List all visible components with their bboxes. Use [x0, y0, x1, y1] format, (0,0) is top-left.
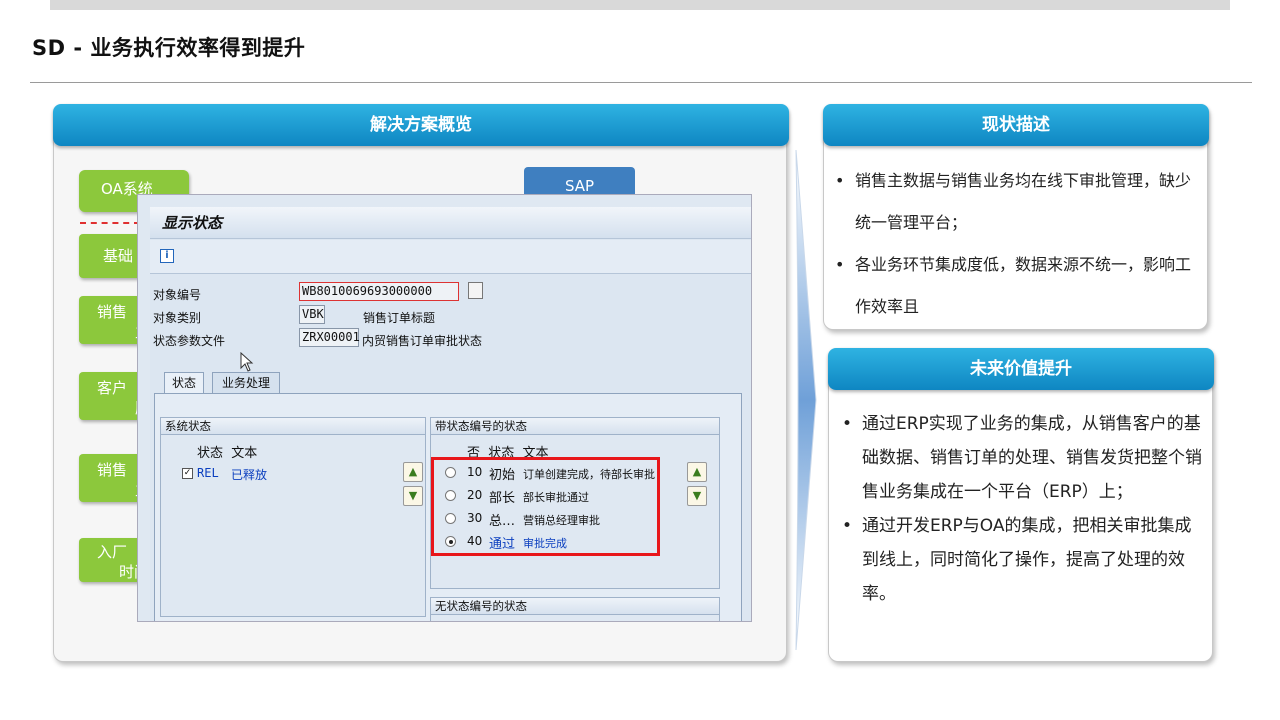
sap-window: 显示状态 i 对象编号 WB8010069693000000 对象类别 VBK …	[150, 207, 751, 621]
system-status-code: REL	[197, 466, 219, 480]
future-value-item: 通过ERP实现了业务的集成，从销售客户的基础数据、销售订单的处理、销售发货把整个…	[836, 407, 1206, 509]
arrow-right-icon	[795, 150, 817, 651]
slide-title: SD - 业务执行效率得到提升	[32, 36, 306, 60]
highlight-box	[431, 457, 660, 556]
mouse-cursor-icon	[240, 352, 254, 372]
status-profile-field[interactable]: ZRX00001	[299, 328, 360, 347]
top-decoration-bar	[50, 0, 1230, 10]
tab-business-process[interactable]: 业务处理	[212, 372, 280, 394]
sap-system-label: SAP	[564, 177, 595, 195]
current-state-header: 现状描述	[823, 104, 1209, 146]
numbered-status-title: 带状态编号的状态	[431, 418, 719, 435]
system-status-headers: 状态 文本	[197, 446, 258, 461]
future-value-list: 通过ERP实现了业务的集成，从销售客户的基础数据、销售订单的处理、销售发货把整个…	[836, 407, 1206, 611]
page-up-icon-2[interactable]: ▲	[687, 462, 707, 482]
sap-toolbar: i	[150, 240, 751, 274]
tab-status[interactable]: 状态	[164, 372, 204, 394]
info-icon[interactable]: i	[160, 249, 174, 263]
unnumbered-status-group: 无状态编号的状态	[430, 597, 720, 621]
dashed-separator	[80, 222, 140, 224]
future-value-item: 通过开发ERP与OA的集成，把相关审批集成到线上，同时简化了操作，提高了处理的效…	[836, 509, 1206, 611]
object-number-field[interactable]: WB8010069693000000	[299, 282, 459, 301]
object-type-field[interactable]: VBK	[299, 305, 325, 324]
system-status-title: 系统状态	[161, 418, 425, 435]
current-state-list: 销售主数据与销售业务均在线下审批管理，缺少统一管理平台； 各业务环节集成度低，数…	[829, 160, 1199, 328]
future-value-header: 未来价值提升	[828, 348, 1214, 390]
system-status-group: 系统状态 状态 文本 ✓ REL 已释放 ▲ ▼	[160, 417, 426, 617]
object-type-desc: 销售订单标题	[363, 311, 436, 325]
sap-screenshot: 显示状态 i 对象编号 WB8010069693000000 对象类别 VBK …	[137, 194, 752, 622]
unnumbered-status-title: 无状态编号的状态	[431, 598, 719, 615]
solution-overview-header: 解决方案概览	[53, 104, 789, 146]
copy-icon[interactable]	[468, 282, 483, 299]
current-state-item: 各业务环节集成度低，数据来源不统一，影响工作效率且	[829, 244, 1199, 328]
status-profile-label: 状态参数文件	[153, 334, 226, 348]
page-down-icon-2[interactable]: ▼	[687, 486, 707, 506]
current-state-item: 销售主数据与销售业务均在线下审批管理，缺少统一管理平台；	[829, 160, 1199, 244]
process-box-1-label: 基础	[103, 247, 134, 265]
object-type-label: 对象类别	[153, 311, 202, 325]
sap-window-title: 显示状态	[150, 207, 751, 239]
checkbox-checked-icon[interactable]: ✓	[182, 468, 193, 479]
system-status-text: 已释放	[231, 468, 268, 482]
page-up-icon[interactable]: ▲	[403, 462, 423, 482]
title-divider	[30, 82, 1252, 83]
object-number-label: 对象编号	[153, 288, 202, 302]
page-down-icon[interactable]: ▼	[403, 486, 423, 506]
status-profile-desc: 内贸销售订单审批状态	[362, 334, 483, 348]
